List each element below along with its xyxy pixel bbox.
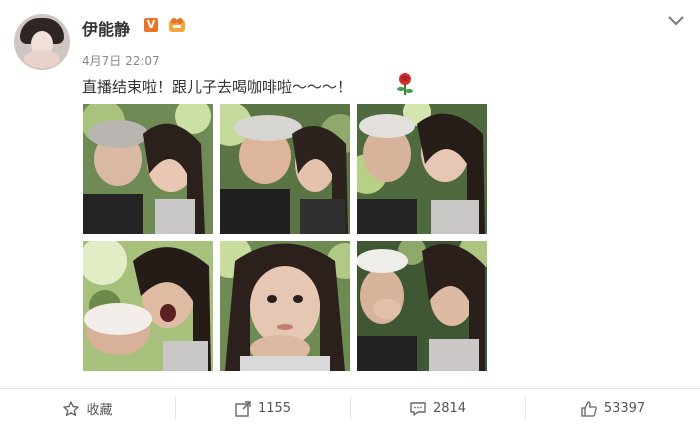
star-icon [63, 400, 80, 416]
repost-button[interactable]: 1155 [175, 389, 350, 428]
post-photo-3[interactable] [357, 104, 487, 234]
comment-button[interactable]: 2814 [350, 389, 525, 428]
share-icon [235, 400, 251, 417]
avatar[interactable] [14, 14, 70, 70]
post-photo-4[interactable] [83, 241, 213, 371]
post-photo-1[interactable] [83, 104, 213, 234]
avatar-hand [24, 50, 60, 68]
comment-icon [410, 401, 426, 416]
verified-badge-icon[interactable]: V [144, 18, 158, 32]
like-button[interactable]: 53397 [525, 389, 700, 428]
like-count: 53397 [603, 401, 646, 416]
post-timestamp[interactable]: 4月7日 22:07 [82, 52, 160, 69]
thumbs-up-icon [581, 400, 597, 417]
action-bar: 收藏 1155 2814 53397 [0, 389, 700, 428]
rose-icon [397, 73, 413, 95]
post-text: 直播结束啦！跟儿子去喝咖啡啦～～～！ [82, 78, 353, 96]
favorite-button[interactable]: 收藏 [0, 389, 175, 428]
post-photo-5[interactable] [220, 241, 350, 371]
repost-count: 1155 [257, 401, 292, 416]
chevron-down-icon[interactable] [666, 14, 686, 28]
comment-count: 2814 [432, 401, 467, 416]
author-name[interactable]: 伊能静 [82, 16, 130, 40]
level-badge-icon[interactable] [168, 17, 186, 33]
favorite-label: 收藏 [86, 403, 113, 418]
post-photo-6[interactable] [357, 241, 487, 371]
weibo-post-card: 伊能静 V 4月7日 22:07 直播结束啦！跟儿子去喝咖啡啦～～～！ 收藏 1… [0, 0, 700, 428]
post-photo-2[interactable] [220, 104, 350, 234]
